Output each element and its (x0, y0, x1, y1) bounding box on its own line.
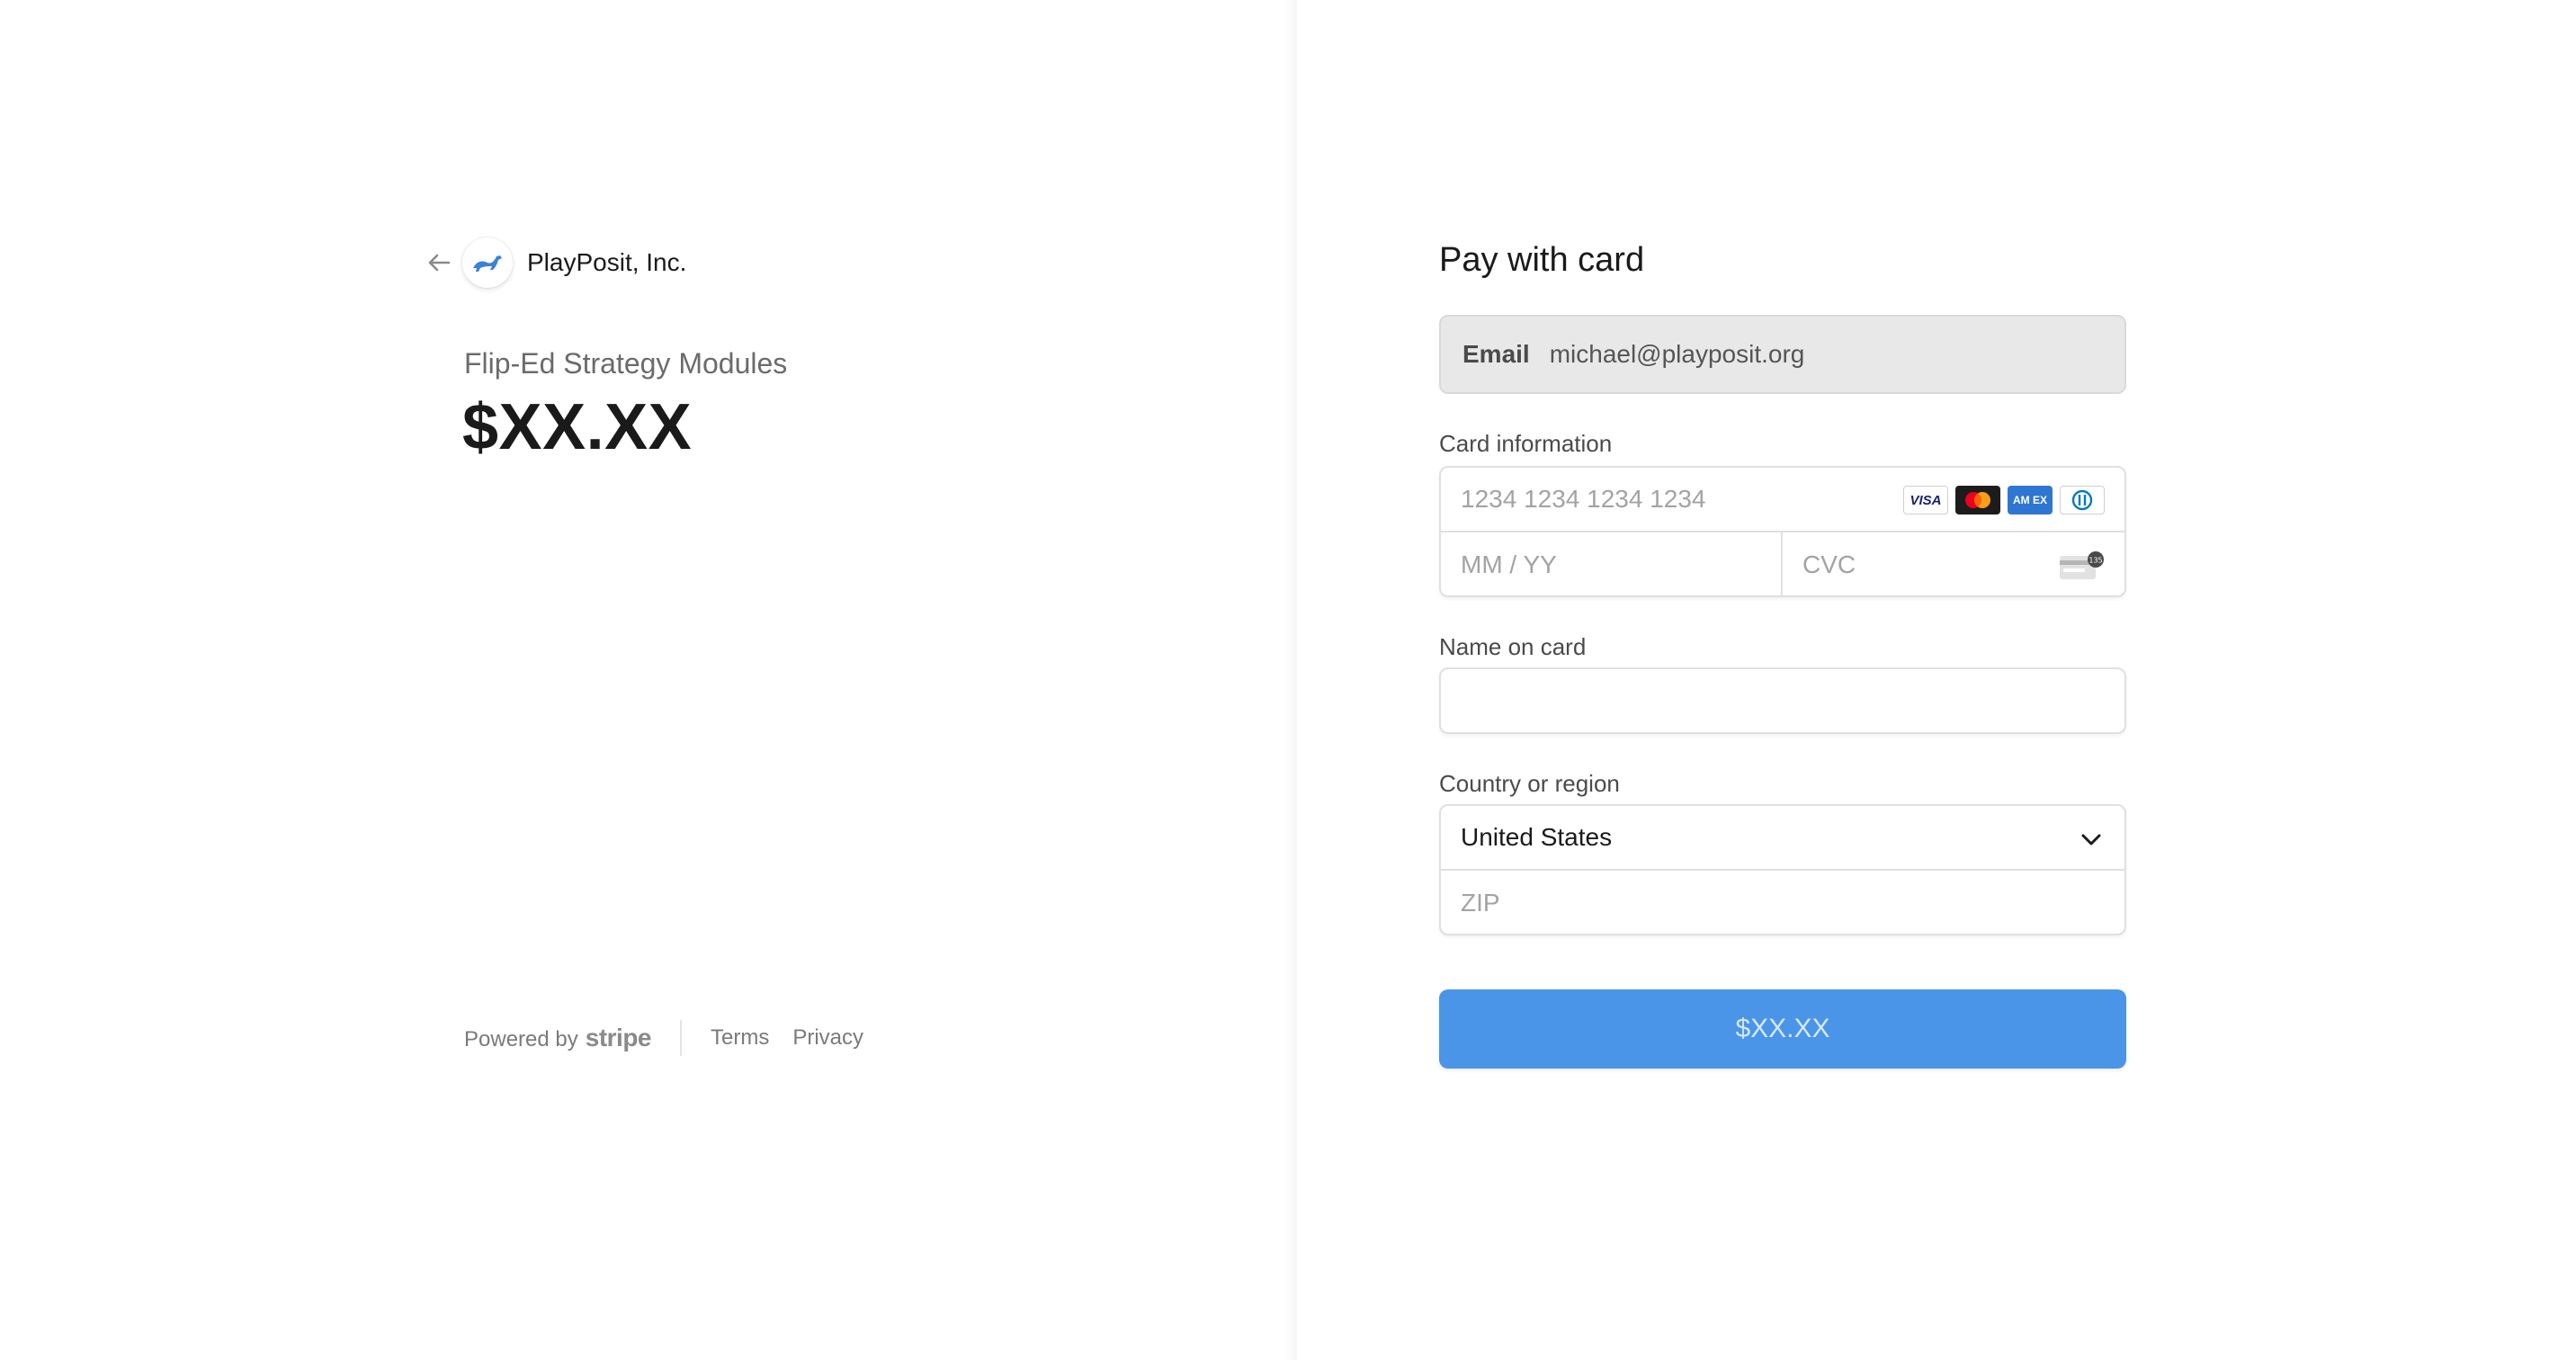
order-summary-pane: PlayPosit, Inc. Flip-Ed Strategy Modules… (0, 0, 1297, 1360)
country-value: United States (1461, 823, 1613, 851)
arrow-left-icon[interactable] (425, 248, 453, 277)
pay-button[interactable]: $XX.XX (1439, 989, 2126, 1069)
product-name: Flip-Ed Strategy Modules (464, 347, 788, 380)
country-region-label: Country or region (1439, 770, 1620, 797)
merchant-header: PlayPosit, Inc. (425, 237, 686, 288)
name-on-card-label: Name on card (1439, 633, 1587, 660)
privacy-link[interactable]: Privacy (792, 1025, 863, 1051)
powered-by-label: Powered by (464, 1027, 578, 1051)
zip-placeholder: ZIP (1461, 889, 1500, 917)
name-on-card-input[interactable] (1439, 667, 2126, 734)
country-select[interactable]: United States (1441, 806, 2124, 871)
visa-icon: VISA (1903, 486, 1948, 514)
playposit-logo-icon[interactable] (462, 237, 513, 288)
pane-divider-shadow (1283, 0, 1297, 1360)
powered-by-stripe[interactable]: Powered by stripe (464, 1024, 652, 1052)
zip-input[interactable]: ZIP (1441, 871, 2124, 935)
card-information-label: Card information (1439, 430, 1613, 457)
cvc-placeholder: CVC (1802, 550, 1856, 578)
email-field[interactable]: Email michael@playposit.org (1439, 315, 2126, 394)
merchant-name: PlayPosit, Inc. (527, 248, 687, 276)
svg-text:135: 135 (2089, 557, 2102, 565)
card-brands: VISA AM EX (1903, 486, 2105, 514)
card-number-placeholder: 1234 1234 1234 1234 (1461, 485, 1706, 513)
expiry-input[interactable]: MM / YY (1441, 532, 1783, 597)
mastercard-icon (1955, 486, 2000, 514)
footer-divider (680, 1020, 682, 1056)
billing-address-group: United States ZIP (1439, 804, 2126, 935)
amex-icon: AM EX (2008, 486, 2053, 514)
cvc-input[interactable]: CVC 135 (1783, 532, 2124, 597)
card-information-group: 1234 1234 1234 1234 VISA AM EX MM / YY C… (1439, 466, 2126, 597)
cvc-card-icon: 135 (2058, 550, 2105, 586)
pay-with-card-title: Pay with card (1439, 241, 1645, 279)
product-price: $XX.XX (462, 391, 693, 463)
expiry-placeholder: MM / YY (1461, 550, 1557, 578)
diners-icon (2060, 486, 2105, 514)
stripe-logo-icon: stripe (585, 1024, 652, 1051)
card-number-input[interactable]: 1234 1234 1234 1234 VISA AM EX (1441, 468, 2124, 532)
footer: Powered by stripe Terms Privacy (464, 1020, 887, 1056)
chevron-down-icon (2080, 828, 2103, 856)
email-label: Email (1462, 340, 1530, 368)
email-value: michael@playposit.org (1549, 340, 1805, 368)
terms-link[interactable]: Terms (711, 1025, 769, 1051)
